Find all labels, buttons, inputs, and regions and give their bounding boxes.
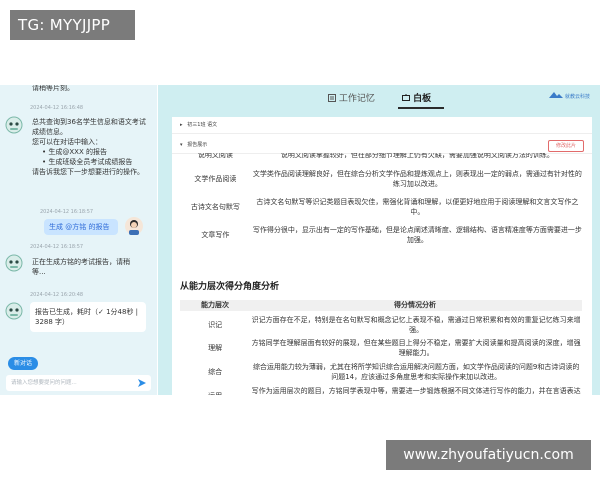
bot-generating-message: 正在生成方铭的考试报告，请稍等... bbox=[32, 258, 130, 276]
watermark-bottom: www.zhyoufatiyucn.com bbox=[386, 440, 591, 470]
send-icon[interactable] bbox=[137, 378, 147, 388]
bot-avatar-icon bbox=[5, 302, 23, 320]
row-name: 运用 bbox=[180, 384, 250, 396]
accordion-label: 初三1班 语文 bbox=[187, 122, 218, 128]
table-row: 说明文阅读 说明文阅读掌握较好，但在部分细节理解上仍有欠缺，需要加强说明文阅读方… bbox=[180, 153, 584, 165]
row-name: 综合 bbox=[208, 367, 223, 376]
header-ability: 能力层次 bbox=[201, 301, 229, 309]
chevron-right-icon: ▸ bbox=[180, 122, 183, 128]
bot-line: 请告诉我您下一步想要进行的操作。 bbox=[32, 168, 144, 176]
user-message-bubble: 生成 @方铭 的报告 bbox=[44, 219, 118, 235]
bot-option-label: 生成@XXX 的报告 bbox=[48, 148, 107, 156]
brand-logo: 就教云科技 bbox=[549, 91, 590, 100]
row-name: 古诗文名句默写 bbox=[190, 203, 240, 211]
brand-name: 就教云科技 bbox=[564, 94, 590, 100]
chat-partial-text: 请稍等片刻。 bbox=[32, 85, 74, 92]
user-avatar-icon bbox=[125, 217, 143, 235]
section-title: 从能力层次得分角度分析 bbox=[180, 282, 280, 292]
row-desc: 写作为运用层次的题目，方铭同学表现中等，需要进一步锻炼根据不同文体进行写作的能力… bbox=[251, 386, 581, 395]
row-desc: 写作得分很中，显示出有一定的写作基础，但是论点阐述清晰度、逻辑结构、语言精准度等… bbox=[252, 226, 582, 244]
whiteboard-icon bbox=[402, 94, 410, 101]
question-analysis-table: 说明文阅读 说明文阅读掌握较好，但在部分细节理解上仍有欠缺，需要加强说明文阅读方… bbox=[180, 153, 584, 249]
table-row: 文学作品阅读 文学类作品阅读理解良好，但在综合分析文学作品和提炼观点上，则表现出… bbox=[180, 165, 584, 193]
tab-label: 工作记忆 bbox=[338, 94, 375, 104]
chat-input-placeholder: 请输入您想要提问的问题... bbox=[11, 380, 77, 386]
table-row: 识记 识记方面存在不足，特别是在名句默写和概念记忆上表现不稳，需通过日常积累和有… bbox=[180, 313, 582, 336]
chat-panel: 请稍等片刻。 2024-04-12 16:16:48 总共查询到36名学生信息和… bbox=[0, 85, 157, 395]
accordion-report-header[interactable]: ▾ 报告展示 修改此片 bbox=[172, 137, 592, 154]
bot-line: 您可以在对话中输入： bbox=[32, 138, 102, 146]
bot-avatar-icon bbox=[5, 116, 23, 134]
header-analysis: 得分情况分析 bbox=[394, 301, 436, 309]
row-name: 文章写作 bbox=[201, 231, 230, 239]
question-analysis-section: 说明文阅读 说明文阅读掌握较好，但在部分细节理解上仍有欠缺，需要加强说明文阅读方… bbox=[180, 153, 584, 271]
row-name: 说明文阅读 bbox=[197, 153, 233, 159]
bot-option-label: 生成班级全员考试成绩报告 bbox=[48, 158, 133, 166]
brand-logo-icon bbox=[549, 92, 564, 98]
bot-option-2[interactable]: • 生成班级全员考试成绩报告 bbox=[32, 157, 150, 167]
bot-line: 总共查询到36名学生信息和语文考试成绩信息。 bbox=[32, 118, 146, 136]
table-row: 古诗文名句默写 古诗文名句默写等识记类题目表现欠佳，需强化背诵和理解，以便更好地… bbox=[180, 193, 584, 221]
chat-input[interactable]: 请输入您想要提问的问题... bbox=[6, 375, 151, 391]
watermark-top: TG: MYYJJPP bbox=[10, 10, 135, 40]
row-desc: 文学类作品阅读理解良好，但在综合分析文学作品和提炼观点上，则表现出一定的弱点，需… bbox=[252, 170, 582, 188]
active-tab-indicator bbox=[398, 107, 444, 109]
message-timestamp: 2024-04-12 16:20:48 bbox=[30, 292, 84, 298]
report-card: ▸ 初三1班 语文 ▾ 报告展示 修改此片 说明文阅读 说明文阅读掌握较好，但在… bbox=[172, 117, 592, 395]
bot-message: 总共查询到36名学生信息和语文考试成绩信息。 您可以在对话中输入： • 生成@X… bbox=[32, 117, 150, 177]
tab-label: 白板 bbox=[413, 94, 432, 104]
ability-analysis-table: 识记 识记方面存在不足，特别是在名句默写和概念记忆上表现不稳，需通过日常积累和有… bbox=[180, 313, 582, 396]
row-name: 文学作品阅读 bbox=[194, 175, 237, 183]
message-timestamp: 2024-04-12 16:18:57 bbox=[40, 209, 94, 215]
memory-icon bbox=[328, 94, 336, 102]
bot-option-1[interactable]: • 生成@XXX 的报告 bbox=[32, 147, 150, 157]
report-done-bubble[interactable]: 报告已生成，耗时（✓ 1分48秒 | 3288 字） bbox=[30, 302, 146, 332]
bot-avatar-icon bbox=[5, 254, 23, 272]
row-name: 识记 bbox=[208, 320, 223, 329]
message-timestamp: 2024-04-12 16:18:57 bbox=[30, 244, 84, 250]
message-timestamp: 2024-04-12 16:16:48 bbox=[30, 105, 84, 111]
row-desc: 识记方面存在不足，特别是在名句默写和概念记忆上表现不稳，需通过日常积累和有效的重… bbox=[251, 315, 581, 334]
accordion-label: 报告展示 bbox=[187, 142, 208, 148]
row-desc: 说明文阅读掌握较好，但在部分细节理解上仍有欠缺，需要加强说明文阅读方法的训练。 bbox=[280, 153, 554, 159]
row-name: 理解 bbox=[208, 343, 223, 352]
chevron-down-icon: ▾ bbox=[180, 142, 183, 148]
table-row: 理解 方铭同学在理解层面有较好的展现，但在某些题目上得分不稳定，需要扩大阅读量和… bbox=[180, 336, 582, 359]
row-desc: 综合运用能力较为薄弱，尤其在将所学知识综合运用解决问题方面，如文学作品阅读的问题… bbox=[252, 362, 580, 381]
table-row: 文章写作 写作得分很中，显示出有一定的写作基础，但是论点阐述清晰度、逻辑结构、语… bbox=[180, 221, 584, 249]
table-row: 综合 综合运用能力较为薄弱，尤其在将所学知识综合运用解决问题方面，如文学作品阅读… bbox=[180, 359, 582, 384]
tab-whiteboard[interactable]: 白板 bbox=[402, 91, 431, 104]
ability-table-header: 能力层次 得分情况分析 bbox=[180, 300, 582, 311]
row-desc: 古诗文名句默写等识记类题目表现欠佳，需强化背诵和理解，以便更好地应用于阅读理解和… bbox=[256, 198, 579, 216]
row-desc: 方铭同学在理解层面有较好的展现，但在某些题目上得分不稳定，需要扩大阅读量和提高阅… bbox=[251, 338, 581, 357]
table-row: 运用 写作为运用层次的题目，方铭同学表现中等，需要进一步锻炼根据不同文体进行写作… bbox=[180, 384, 582, 396]
new-chat-button[interactable]: 新对话 bbox=[8, 357, 38, 370]
whiteboard-panel: 工作记忆 白板 就教云科技 ▸ 初三1班 语文 ▾ 报告展示 修改此片 说明文阅… bbox=[158, 85, 600, 395]
tab-work-memory[interactable]: 工作记忆 bbox=[328, 91, 375, 104]
edit-button[interactable]: 修改此片 bbox=[548, 140, 584, 152]
accordion-class-header[interactable]: ▸ 初三1班 语文 bbox=[172, 117, 592, 134]
